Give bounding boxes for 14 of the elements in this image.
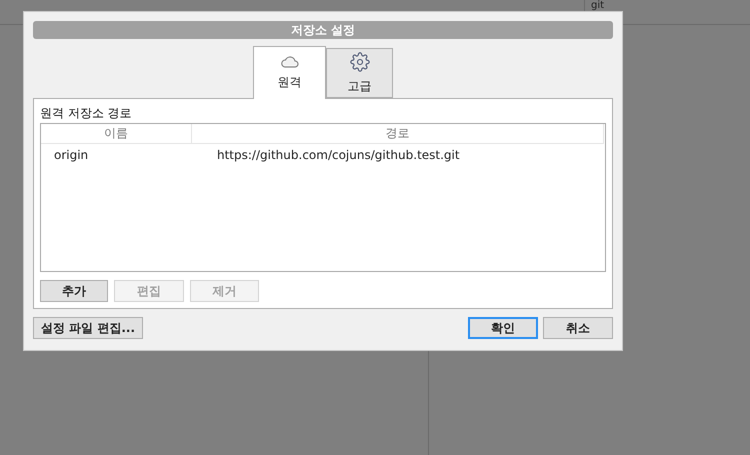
cloud-icon xyxy=(280,56,298,68)
tab[interactable]: 고급 xyxy=(326,48,393,98)
dialog-title: 저장소 설정 xyxy=(33,21,613,39)
column-header[interactable]: 경로 xyxy=(192,124,604,143)
confirm-button[interactable]: 확인 xyxy=(468,317,538,339)
list-button[interactable]: 추가 xyxy=(40,280,108,302)
tab[interactable]: 원격 xyxy=(253,46,326,99)
table-cell-text: https://github.com/cojuns/github.test.git xyxy=(216,148,461,162)
section-label: 원격 저장소 경로 xyxy=(40,105,133,122)
column-header[interactable]: 이름 xyxy=(41,124,192,143)
table-cell-text: origin xyxy=(53,148,90,162)
cancel-button[interactable]: 취소 xyxy=(543,317,613,339)
settings-icon xyxy=(350,52,370,72)
edit-config-button[interactable]: 설정 파일 편집... xyxy=(33,317,143,339)
